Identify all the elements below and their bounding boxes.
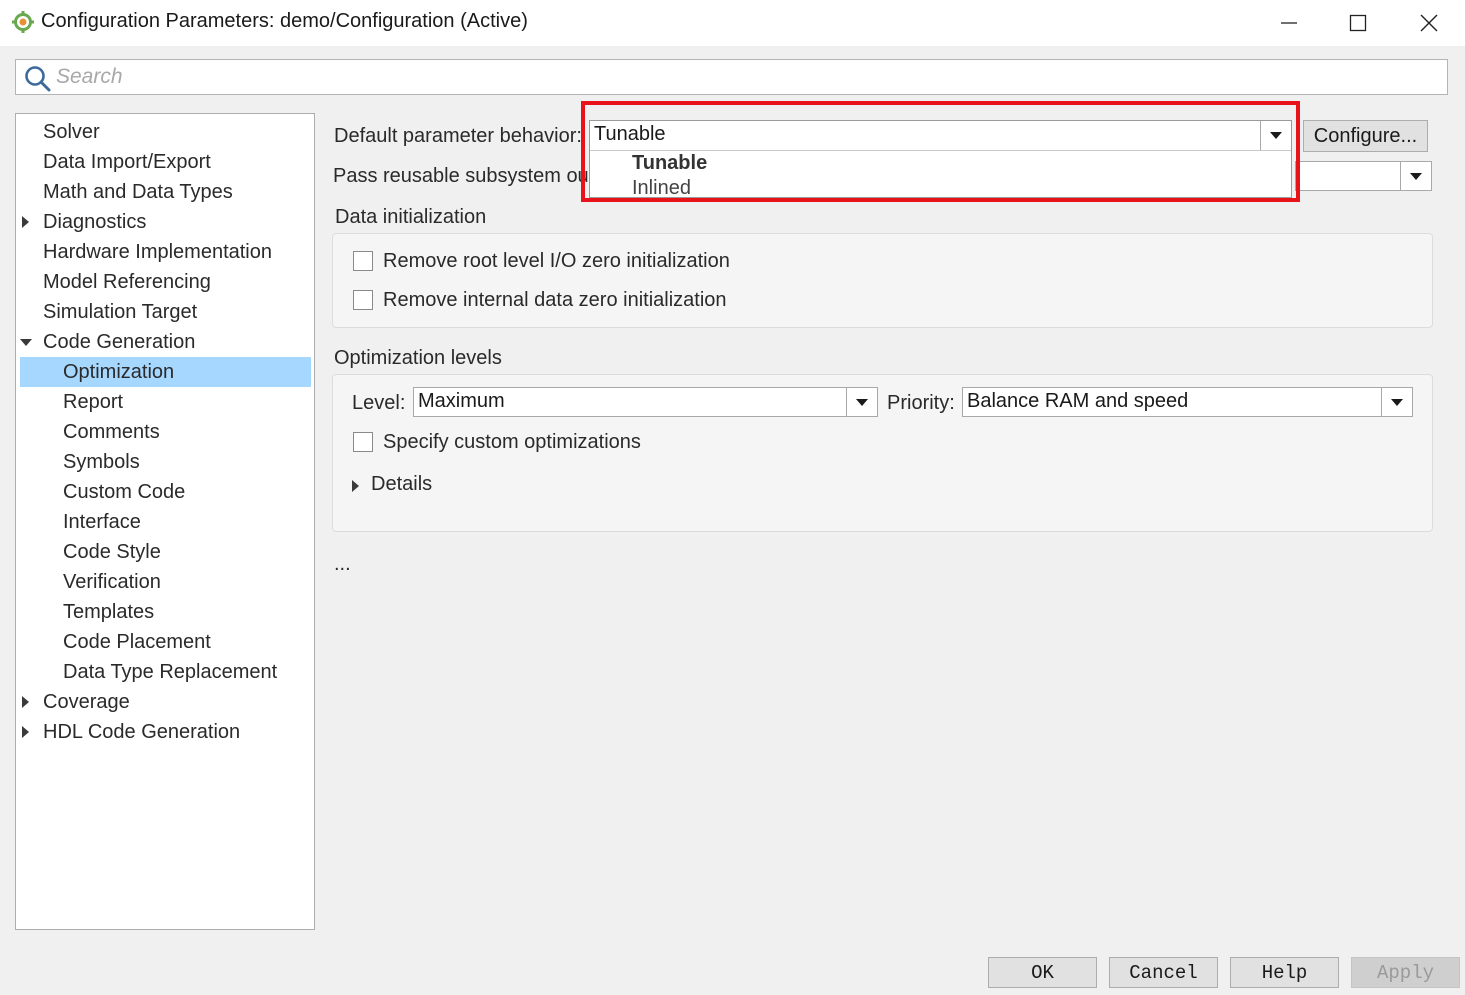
help-button[interactable]: Help bbox=[1230, 957, 1339, 988]
search-icon bbox=[25, 66, 51, 92]
remove-internal-checkbox[interactable] bbox=[353, 290, 373, 310]
tree-item-math-and-data-types[interactable]: Math and Data Types bbox=[16, 177, 312, 207]
tree-item-report[interactable]: Report bbox=[16, 387, 312, 417]
opt-levels-title: Optimization levels bbox=[334, 347, 502, 369]
expand-arrow-icon[interactable] bbox=[22, 717, 36, 747]
data-init-group bbox=[332, 233, 1433, 328]
tree-item-coverage[interactable]: Coverage bbox=[16, 687, 312, 717]
tree-item-simulation-target[interactable]: Simulation Target bbox=[16, 297, 312, 327]
title-bar: Configuration Parameters: demo/Configura… bbox=[0, 0, 1465, 46]
maximize-icon bbox=[1349, 14, 1367, 32]
tree-item-verification[interactable]: Verification bbox=[16, 567, 312, 597]
tree-item-label: Interface bbox=[63, 511, 141, 533]
tree-item-solver[interactable]: Solver bbox=[16, 117, 312, 147]
data-init-title: Data initialization bbox=[335, 206, 487, 228]
tree-item-label: Code Placement bbox=[63, 631, 211, 653]
remove-root-label: Remove root level I/O zero initializatio… bbox=[383, 250, 730, 272]
collapse-arrow-icon[interactable] bbox=[20, 327, 34, 357]
minimize-button[interactable] bbox=[1255, 0, 1323, 46]
tree-item-interface[interactable]: Interface bbox=[16, 507, 312, 537]
tree-item-label: Solver bbox=[43, 121, 100, 143]
priority-value: Balance RAM and speed bbox=[967, 390, 1189, 412]
close-icon bbox=[1420, 14, 1438, 32]
tree-item-label: Coverage bbox=[43, 691, 130, 713]
tree-item-model-referencing[interactable]: Model Referencing bbox=[16, 267, 312, 297]
search-input[interactable] bbox=[56, 62, 1436, 92]
tree-item-symbols[interactable]: Symbols bbox=[16, 447, 312, 477]
tree-item-label: Comments bbox=[63, 421, 160, 443]
configure-button[interactable]: Configure... bbox=[1303, 120, 1428, 152]
search-box[interactable] bbox=[15, 59, 1448, 95]
pass-reusable-combo[interactable] bbox=[1295, 161, 1432, 191]
dropdown-arrow-icon[interactable] bbox=[846, 388, 877, 416]
tree-item-label: Data Type Replacement bbox=[63, 661, 278, 683]
tree-item-diagnostics[interactable]: Diagnostics bbox=[16, 207, 312, 237]
tree-item-label: Report bbox=[63, 391, 124, 413]
custom-opt-checkbox[interactable] bbox=[353, 432, 373, 452]
tree-item-label: Verification bbox=[63, 571, 161, 593]
tree-item-custom-code[interactable]: Custom Code bbox=[16, 477, 312, 507]
tree-item-hdl-code-generation[interactable]: HDL Code Generation bbox=[16, 717, 312, 747]
tree-item-data-import-export[interactable]: Data Import/Export bbox=[16, 147, 312, 177]
tree-item-data-type-replacement[interactable]: Data Type Replacement bbox=[16, 657, 312, 687]
custom-opt-label: Specify custom optimizations bbox=[383, 431, 641, 453]
ok-button[interactable]: OK bbox=[988, 957, 1097, 988]
details-label: Details bbox=[371, 473, 433, 495]
tree-item-code-generation[interactable]: Code Generation bbox=[16, 327, 312, 357]
tree-item-templates[interactable]: Templates bbox=[16, 597, 312, 627]
minimize-icon bbox=[1281, 22, 1297, 24]
tree-item-label: Hardware Implementation bbox=[43, 241, 272, 263]
priority-label: Priority: bbox=[887, 392, 955, 414]
window-title: Configuration Parameters: demo/Configura… bbox=[41, 10, 528, 32]
tree-item-label: HDL Code Generation bbox=[43, 721, 241, 743]
tree-item-label: Custom Code bbox=[63, 481, 186, 503]
remove-internal-label: Remove internal data zero initialization bbox=[383, 289, 727, 311]
tree-item-label: Simulation Target bbox=[43, 301, 198, 323]
tree-item-code-placement[interactable]: Code Placement bbox=[16, 627, 312, 657]
cancel-button[interactable]: Cancel bbox=[1109, 957, 1218, 988]
tree-item-label: Model Referencing bbox=[43, 271, 211, 293]
level-value: Maximum bbox=[418, 390, 505, 412]
remove-root-checkbox[interactable] bbox=[353, 251, 373, 271]
category-tree[interactable]: Solver Data Import/Export Math and Data … bbox=[15, 113, 315, 930]
close-button[interactable] bbox=[1395, 0, 1463, 46]
expand-arrow-icon[interactable] bbox=[22, 687, 36, 717]
pass-reusable-label: Pass reusable subsystem ou bbox=[333, 165, 589, 187]
maximize-button[interactable] bbox=[1324, 0, 1392, 46]
tree-item-label: Templates bbox=[63, 601, 155, 623]
dropdown-arrow-icon[interactable] bbox=[1400, 162, 1431, 190]
priority-combo[interactable]: Balance RAM and speed bbox=[962, 387, 1413, 417]
tree-item-label: Symbols bbox=[63, 451, 140, 473]
tree-item-label: Optimization bbox=[63, 361, 175, 383]
tree-item-label: Code Style bbox=[63, 541, 161, 563]
default-param-label: Default parameter behavior: bbox=[334, 125, 582, 147]
level-combo[interactable]: Maximum bbox=[413, 387, 878, 417]
apply-button[interactable]: Apply bbox=[1351, 957, 1460, 988]
tree-item-label: Data Import/Export bbox=[43, 151, 211, 173]
tree-item-comments[interactable]: Comments bbox=[16, 417, 312, 447]
tree-item-hardware-implementation[interactable]: Hardware Implementation bbox=[16, 237, 312, 267]
gear-icon bbox=[12, 11, 34, 33]
details-expander[interactable]: Details bbox=[352, 473, 472, 499]
dropdown-arrow-icon[interactable] bbox=[1381, 388, 1412, 416]
tree-item-label: Code Generation bbox=[43, 331, 196, 353]
expand-arrow-icon[interactable] bbox=[22, 207, 36, 237]
expand-arrow-icon bbox=[352, 480, 359, 492]
level-label: Level: bbox=[352, 392, 406, 414]
tree-item-label: Diagnostics bbox=[43, 211, 147, 233]
tree-item-optimization[interactable]: Optimization bbox=[20, 357, 311, 387]
tree-item-label: Math and Data Types bbox=[43, 181, 233, 203]
tree-item-code-style[interactable]: Code Style bbox=[16, 537, 312, 567]
highlight-annotation bbox=[581, 101, 1300, 202]
more-ellipsis: ... bbox=[334, 553, 351, 575]
